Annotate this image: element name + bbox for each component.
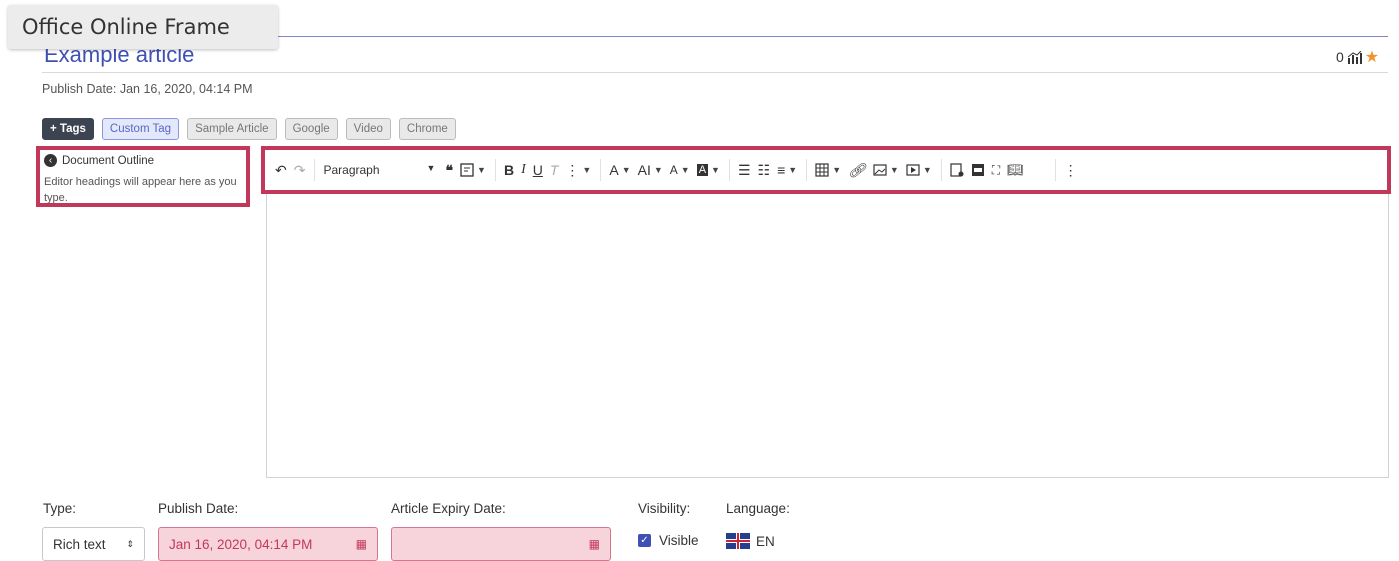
background-color-icon: A [696,164,709,176]
publish-date-value: Jan 16, 2020, 04:14 PM [169,536,313,552]
alignment-button[interactable]: ≡ ▼ [777,162,797,178]
numbered-list-icon[interactable]: ☷ [758,162,771,179]
chevron-down-icon: ▼ [711,165,720,175]
align-left-icon: ≡ [777,162,786,178]
bulleted-list-icon[interactable]: ☰ [738,162,751,179]
tag-chrome[interactable]: Chrome [398,118,456,140]
source-code-icon[interactable] [971,163,985,177]
tag-video[interactable]: Video [345,118,391,140]
font-color-button[interactable]: A ▼ [670,163,690,177]
chevron-down-icon: ▼ [922,165,932,175]
chevron-down-icon: ▼ [832,165,842,175]
frame-label: Office Online Frame [8,5,278,49]
background-color-button[interactable]: A ▼ [696,164,720,176]
chart-icon [1347,50,1362,64]
star-icon[interactable]: ★ [1365,47,1379,67]
more-icon: ⋮ [565,161,580,178]
fullscreen-icon[interactable]: ⛶ [992,163,1000,178]
visibility-value: Visible [659,533,699,548]
tag-custom[interactable]: Custom Tag [101,118,180,140]
visibility-toggle[interactable]: ✓ Visible [638,533,699,548]
undo-button[interactable]: ↶ [275,162,287,179]
chevron-down-icon: ▼ [653,165,663,175]
frame-divider [270,36,1388,37]
calendar-icon[interactable]: ▦ [356,537,367,551]
back-arrow-icon[interactable]: ‹ [44,154,57,167]
editor-content-area[interactable] [266,150,1389,478]
publish-date-line: Publish Date: Jan 16, 2020, 04:14 PM [42,82,253,96]
visibility-label: Visibility: [638,501,691,516]
chevron-down-icon: ▼ [426,163,436,173]
chevron-down-icon: ▼ [788,165,798,175]
toolbar-separator [806,159,808,181]
editor-toolbar: ↶ ↷ Paragraph ▼ ❝ ▼ B I U T ⋮ ▼ A ▼ AI ▼… [261,146,1391,194]
more-formatting-button[interactable]: ⋮ ▼ [565,162,591,179]
media-icon [906,164,920,176]
rating-count: 0 [1336,49,1344,65]
more-vertical-icon[interactable]: ⋮ [1064,162,1078,179]
type-select[interactable]: Rich text ⇕ [42,527,145,561]
language-label: Language: [726,501,790,516]
checkbox-icon[interactable]: ✓ [638,534,651,547]
chevron-down-icon: ▼ [621,165,631,175]
toolbar-separator [728,159,730,181]
chevron-down-icon: ▼ [680,165,690,175]
rating[interactable]: 0 ★ [1336,47,1379,67]
type-label: Type: [43,501,77,516]
uk-flag-icon [726,533,750,549]
chevron-down-icon: ▼ [582,165,592,175]
insert-image-button[interactable]: ▼ [873,164,899,176]
expiry-date-label: Article Expiry Date: [391,501,506,516]
title-divider [42,72,1388,73]
insert-template-button[interactable]: ▼ [460,163,486,177]
type-value: Rich text [53,536,106,552]
paragraph-dropdown[interactable]: Paragraph ▼ [323,163,435,177]
font-family-icon: AI [637,162,651,178]
expiry-date-input[interactable]: ▦ [391,527,611,561]
tag-google[interactable]: Google [284,118,338,140]
document-outline-panel: ‹ Document Outline Editor headings will … [36,146,250,207]
document-outline-title: Document Outline [62,154,155,167]
insert-media-button[interactable]: ▼ [906,164,932,176]
template-icon [460,163,474,177]
chevron-down-icon: ▼ [889,165,899,175]
redo-button[interactable]: ↷ [294,162,306,179]
reading-mode-icon[interactable]: 📖︎ [1007,162,1024,178]
tag-sample-article[interactable]: Sample Article [187,118,277,140]
underline-button[interactable]: U [533,162,543,178]
chevron-down-icon: ▼ [477,165,486,175]
insert-table-button[interactable]: ▼ [815,163,841,177]
insert-snippet-icon[interactable] [950,163,964,177]
font-size-icon: A [609,162,619,178]
toolbar-separator [600,159,602,181]
tag-bar: + Tags Custom Tag Sample Article Google … [42,118,456,140]
language-select[interactable]: EN [726,533,775,549]
toolbar-separator [940,159,942,181]
paragraph-label: Paragraph [323,163,380,177]
toolbar-separator [314,159,316,181]
font-color-icon: A [669,163,678,177]
table-icon [815,163,829,177]
bold-button[interactable]: B [504,162,514,178]
link-icon[interactable]: 🔗︎ [848,162,866,179]
toolbar-separator [1054,159,1056,181]
image-icon [873,164,887,176]
language-value: EN [756,533,775,549]
toolbar-separator [494,159,496,181]
sort-arrows-icon: ⇕ [126,538,134,549]
font-family-button[interactable]: AI ▼ [638,162,663,178]
font-size-button[interactable]: A ▼ [609,162,630,178]
snippet-icon [950,163,964,177]
blockquote-icon[interactable]: ❝ [445,162,453,179]
code-icon [971,164,984,176]
calendar-icon[interactable]: ▦ [589,537,600,551]
document-outline-hint: Editor headings will appear here as you … [44,176,237,204]
add-tags-button[interactable]: + Tags [42,118,94,140]
italic-button[interactable]: I [521,162,526,178]
publish-date-input[interactable]: Jan 16, 2020, 04:14 PM ▦ [158,527,378,561]
publish-date-label: Publish Date: [158,501,239,516]
document-outline-header[interactable]: ‹ Document Outline [44,154,244,167]
clear-format-button[interactable]: T [550,162,559,178]
